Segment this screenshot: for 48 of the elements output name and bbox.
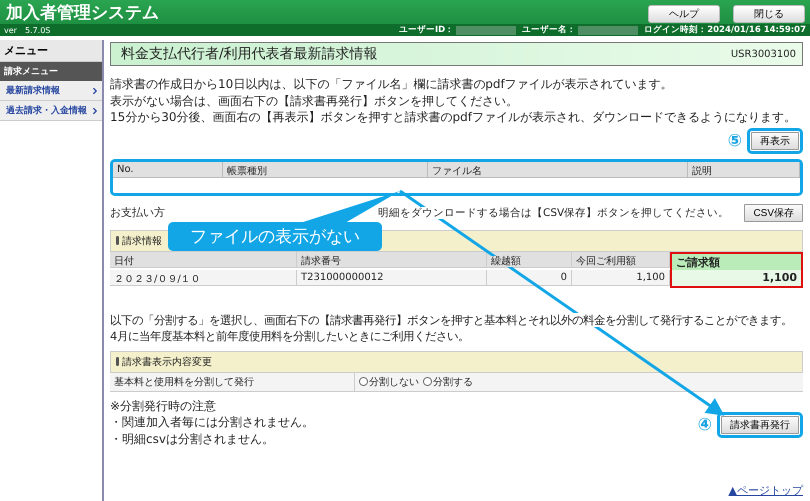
sidebar-title: メニュー [0,40,102,62]
radio-button[interactable] [359,377,368,386]
csv-save-button[interactable]: CSV保存 [744,204,803,222]
column-header: 帳票種別 [223,162,428,178]
instruction-text: 表示がない場合は、画面右下の【請求書再発行】ボタンを押してください。 [110,92,519,109]
table-cell: 0 [487,270,572,286]
radio-button[interactable] [423,377,432,386]
column-header: ご請求額 [672,254,801,270]
total-amount: 1,100 [672,270,801,286]
close-button[interactable]: 閉じる [733,4,805,22]
callout-label: ファイルの表示がない [168,222,382,251]
column-header: No. [113,162,223,178]
app-title: 加入者管理システム [6,2,159,24]
refresh-button[interactable]: 再表示 [751,132,799,150]
user-info-label: ユーザーID： [399,24,454,36]
note-text: ・明細csvは分割されません。 [110,430,275,447]
column-header: ファイル名 [428,162,688,178]
step-number: ⑤ [728,130,742,150]
column-header: 請求番号 [297,252,487,268]
sidebar-item[interactable]: 最新請求情報 [0,81,102,101]
section-title: 請求情報 [122,234,162,248]
instruction-text: 15分から30分後、画面右の【再表示】ボタンを押すと請求書のpdfファイルが表示され、ダウンロードできるようになります。 [110,109,797,126]
column-header: 繰越額 [487,252,572,268]
note-text: ※分割発行時の注意 [110,398,218,414]
screen-id: USR3003100 [730,48,796,60]
payment-note: お支払い方 [110,206,165,219]
user-info-label: ユーザー名： [522,24,576,36]
table-cell: 1,100 [572,270,670,286]
help-button[interactable]: ヘルプ [648,4,720,22]
page-top-link[interactable]: ▲ページトップ [728,483,803,498]
table-cell: ２０２３/０９/１０ [110,270,297,286]
sidebar-item[interactable]: 過去請求・入金情報 [0,101,102,121]
version-text: ver 5.7.0S [4,24,52,36]
table-cell: T231000000012 [297,270,487,286]
menu-section-header: 請求メニュー [0,62,102,81]
column-header: 説明 [688,162,800,178]
reissue-button[interactable]: 請求書再発行 [721,416,799,434]
page-title: 料金支払代行者/利用代表者最新請求情報 [121,45,378,63]
section-title: 請求書表示内容変更 [122,356,212,368]
radio-label: 分割する [433,376,473,388]
step-number: ④ [698,414,712,434]
user-info-label: ログイン時刻：2024/01/16 14:59:07 [644,24,806,36]
note-text: ・関連加入者毎には分割されません。 [110,414,314,430]
radio-label: 分割しない [369,376,419,388]
column-header: 今回ご利用額 [572,252,670,268]
column-header: 日付 [110,252,297,268]
instruction-text: 請求書の作成日から10日以内は、以下の「ファイル名」欄に請求書のpdfファイルが表示されています。 [110,76,674,92]
field-label: 基本料と使用料を分割して発行 [110,372,355,392]
